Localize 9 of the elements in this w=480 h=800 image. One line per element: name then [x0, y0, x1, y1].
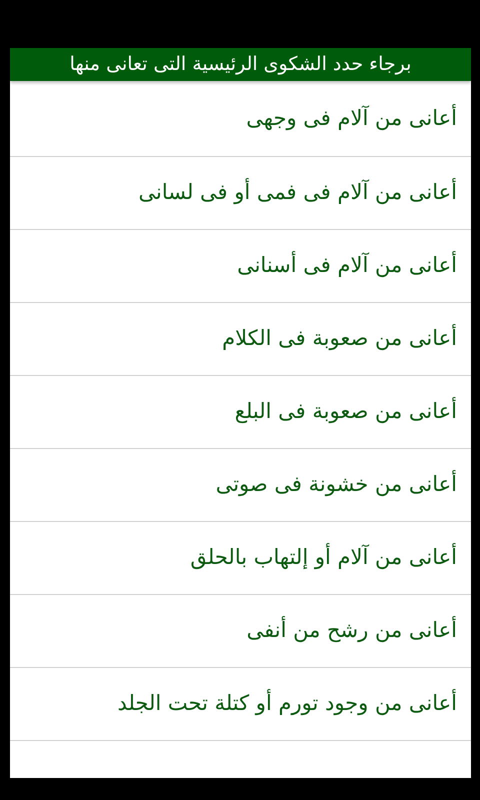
list-item[interactable]: أعانى من خشونة فى صوتى [10, 449, 471, 522]
list-item[interactable]: أعانى من صعوبة فى البلع [10, 376, 471, 450]
list-item[interactable]: أعانى من آلام فى وجهى [10, 81, 471, 158]
list-item[interactable]: أعانى من صعوبة فى الكلام [10, 303, 471, 376]
list-item[interactable]: أعانى من رشح من أنفى [10, 595, 471, 668]
list-item[interactable]: أعانى من آلام فى أسنانى [10, 230, 471, 304]
list-item[interactable]: أعانى من آلام أو إلتهاب بالحلق [10, 522, 471, 596]
header-title: برجاء حدد الشكوى الرئيسية التى تعانى منها [70, 55, 412, 74]
list-item[interactable]: أعانى من آلام فى فمى أو فى لسانى [10, 157, 471, 230]
